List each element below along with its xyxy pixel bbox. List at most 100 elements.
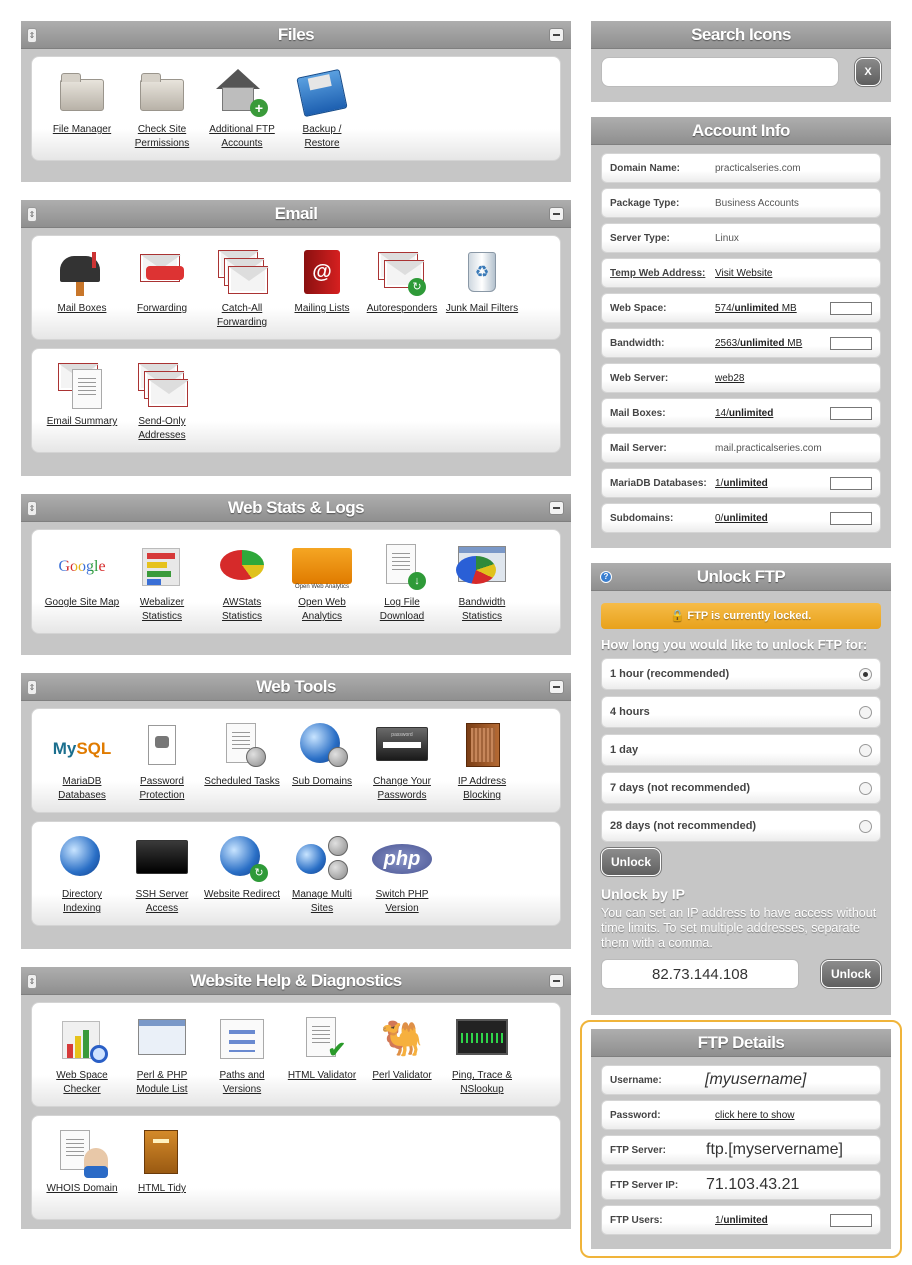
icon-label[interactable]: Web Space Checker [42,1069,122,1097]
perl-php-module-list-link[interactable]: Perl & PHP Module List [122,1013,202,1106]
visit-website-link[interactable]: Visit Website [715,268,772,279]
ip-address-input[interactable] [601,959,799,989]
mail-boxes-link[interactable]: 14/unlimited [715,408,773,419]
icon-label[interactable]: HTML Validator [282,1069,362,1083]
icon-label[interactable]: Junk Mail Filters [442,302,522,316]
bandwidth-statistics-link[interactable]: Bandwidth Statistics [442,540,522,633]
duration-option[interactable]: 7 days (not recommended) [601,772,881,804]
web-space-checker-link[interactable]: Web Space Checker [42,1013,122,1106]
mariadb-databases-link[interactable]: 1/unlimited [715,478,768,489]
change-your-passwords-link[interactable]: password Change Your Passwords [362,719,442,812]
icon-label[interactable]: Paths and Versions [202,1069,282,1097]
icon-label[interactable]: Forwarding [122,302,202,316]
icon-label[interactable]: Google Site Map [42,596,122,610]
radio[interactable] [859,705,872,719]
html-validator-link[interactable]: ✔ HTML Validator [282,1013,362,1106]
unlock-ip-button[interactable]: Unlock [820,960,881,988]
radio[interactable] [859,743,872,757]
icon-label[interactable]: File Manager [42,123,122,137]
ping-trace-nslookup-link[interactable]: Ping, Trace & NSlookup [442,1013,522,1106]
email-summary-link[interactable]: Email Summary [42,359,122,452]
collapse-icon[interactable] [549,974,564,988]
bandwidth-link[interactable]: 2563/unlimited MB [715,338,802,349]
check-site-permissions-link[interactable]: Check Site Permissions [122,67,202,160]
icon-label[interactable]: Email Summary [42,415,122,429]
icon-label[interactable]: Sub Domains [282,775,362,789]
icon-label[interactable]: Switch PHP Version [362,888,442,916]
password-protection-link[interactable]: Password Protection [122,719,202,812]
backup-restore-link[interactable]: Backup / Restore [282,67,362,160]
drag-handle-icon[interactable]: ⇕ [27,501,37,516]
icon-label[interactable]: Bandwidth Statistics [442,596,522,624]
unlock-button[interactable]: Unlock [601,848,662,876]
help-diagnostics-panel-header[interactable]: ⇕ Website Help & Diagnostics [21,967,571,995]
autoresponders-link[interactable]: ↻ Autoresponders [362,246,442,339]
icon-label[interactable]: Perl Validator [362,1069,442,1083]
icon-label[interactable]: SSH Server Access [122,888,202,916]
mailing-lists-link[interactable]: @ Mailing Lists [282,246,362,339]
collapse-icon[interactable] [549,680,564,694]
collapse-icon[interactable] [549,501,564,515]
paths-and-versions-link[interactable]: Paths and Versions [202,1013,282,1106]
open-web-analytics-link[interactable]: Open Web Analytics Open Web Analytics [282,540,362,633]
icon-label[interactable]: Open Web Analytics [282,596,362,624]
web-tools-panel-header[interactable]: ⇕ Web Tools [21,673,571,701]
icon-label[interactable]: Mail Boxes [42,302,122,316]
icon-label[interactable]: Mailing Lists [282,302,362,316]
search-input[interactable] [601,57,839,87]
mail-boxes-link[interactable]: Mail Boxes [42,246,122,339]
collapse-icon[interactable] [549,207,564,221]
manage-multi-sites-link[interactable]: Manage Multi Sites [282,832,362,925]
awstats-statistics-link[interactable]: AWStats Statistics [202,540,282,633]
drag-handle-icon[interactable]: ⇕ [27,680,37,695]
catch-all-forwarding-link[interactable]: Catch-All Forwarding [202,246,282,339]
scheduled-tasks-link[interactable]: Scheduled Tasks [202,719,282,812]
web-stats-panel-header[interactable]: ⇕ Web Stats & Logs [21,494,571,522]
whois-domain-link[interactable]: WHOIS Domain [42,1126,122,1219]
icon-label[interactable]: MariaDB Databases [42,775,122,803]
website-redirect-link[interactable]: ↻ Website Redirect [202,832,282,925]
file-manager-link[interactable]: File Manager [42,67,122,160]
icon-label[interactable]: Change Your Passwords [362,775,442,803]
radio[interactable] [859,819,872,833]
icon-label[interactable]: Catch-All Forwarding [202,302,282,330]
icon-label[interactable]: Perl & PHP Module List [122,1069,202,1097]
duration-option[interactable]: 1 day [601,734,881,766]
web-server-link[interactable]: web28 [715,373,744,384]
forwarding-link[interactable]: Forwarding [122,246,202,339]
show-password-link[interactable]: click here to show [715,1110,794,1121]
ftp-users-link[interactable]: 1/unlimited [715,1215,768,1226]
icon-label[interactable]: Website Redirect [202,888,282,902]
duration-option[interactable]: 28 days (not recommended) [601,810,881,842]
icon-label[interactable]: Check Site Permissions [122,123,202,151]
radio[interactable] [859,781,872,795]
duration-option[interactable]: 1 hour (recommended) [601,658,881,690]
drag-handle-icon[interactable]: ⇕ [27,974,37,989]
switch-php-version-link[interactable]: php Switch PHP Version [362,832,442,925]
duration-option[interactable]: 4 hours [601,696,881,728]
icon-label[interactable]: Log File Download [362,596,442,624]
drag-handle-icon[interactable]: ⇕ [27,207,37,222]
icon-label[interactable]: Autoresponders [362,302,442,316]
icon-label[interactable]: Password Protection [122,775,202,803]
google-site-map-link[interactable]: Google Google Site Map [42,540,122,633]
icon-label[interactable]: Webalizer Statistics [122,596,202,624]
icon-label[interactable]: Send-Only Addresses [122,415,202,443]
collapse-icon[interactable] [549,28,564,42]
icon-label[interactable]: Manage Multi Sites [282,888,362,916]
icon-label[interactable]: IP Address Blocking [442,775,522,803]
send-only-addresses-link[interactable]: Send-Only Addresses [122,359,202,452]
mariadb-databases-link[interactable]: MySQL MariaDB Databases [42,719,122,812]
icon-label[interactable]: Backup / Restore [282,123,362,151]
drag-handle-icon[interactable]: ⇕ [27,28,37,43]
icon-label[interactable]: Ping, Trace & NSlookup [442,1069,522,1097]
icon-label[interactable]: HTML Tidy [122,1182,202,1196]
files-panel-header[interactable]: ⇕ Files [21,21,571,49]
radio-selected[interactable] [859,667,872,681]
sub-domains-link[interactable]: Sub Domains [282,719,362,812]
junk-mail-filters-link[interactable]: ♻ Junk Mail Filters [442,246,522,339]
icon-label[interactable]: AWStats Statistics [202,596,282,624]
icon-label[interactable]: Additional FTP Accounts [202,123,282,151]
log-file-download-link[interactable]: ↓ Log File Download [362,540,442,633]
html-tidy-link[interactable]: HTML Tidy [122,1126,202,1219]
